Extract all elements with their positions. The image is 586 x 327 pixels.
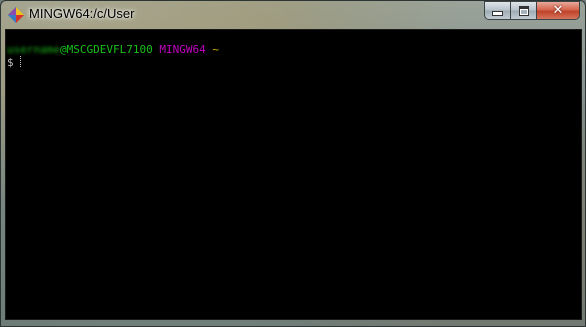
text-cursor — [20, 56, 22, 67]
maximize-icon — [518, 5, 529, 16]
close-icon: ✕ — [552, 3, 564, 18]
prompt-cwd: ~ — [212, 43, 219, 56]
title-bar[interactable]: MINGW64:/c/User ✕ — [1, 1, 585, 29]
terminal-output[interactable]: username@MSCGDEVFL7100 MINGW64 ~ $ — [5, 29, 582, 320]
scrollbar[interactable] — [567, 30, 581, 319]
terminal-window: MINGW64:/c/User ✕ username@MSCGDEVFL7100… — [0, 0, 586, 327]
caption-buttons: ✕ — [484, 1, 580, 20]
prompt-host: @MSCGDEVFL7100 — [59, 43, 153, 56]
prompt-line: username@MSCGDEVFL7100 MINGW64 ~ — [7, 43, 581, 56]
input-line[interactable]: $ — [7, 56, 581, 69]
window-title: MINGW64:/c/User — [29, 6, 135, 21]
prompt-env: MINGW64 — [159, 43, 206, 56]
prompt-user: username — [7, 43, 60, 56]
close-button[interactable]: ✕ — [536, 1, 580, 20]
maximize-button[interactable] — [510, 1, 536, 20]
git-bash-icon — [7, 6, 25, 24]
prompt-symbol: $ — [7, 56, 14, 69]
minimize-button[interactable] — [484, 1, 510, 20]
minimize-icon — [492, 11, 503, 16]
